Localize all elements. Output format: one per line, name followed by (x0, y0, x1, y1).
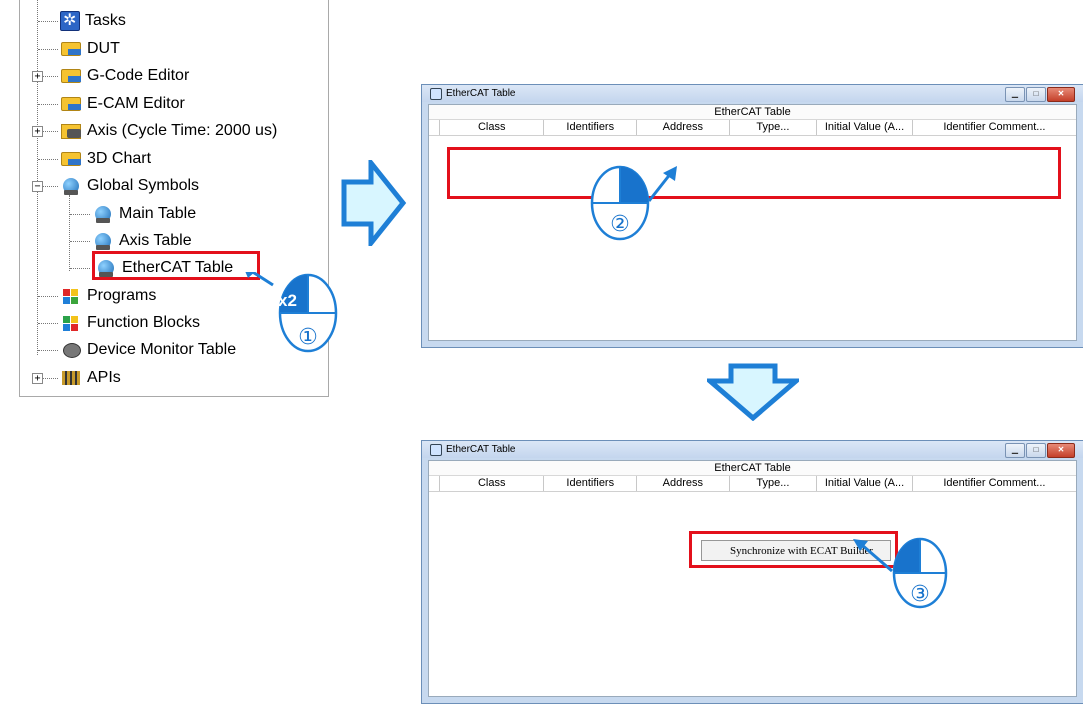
window-controls: ▁ □ ✕ (1004, 443, 1075, 458)
tree-item-label: Device Monitor Table (87, 341, 237, 358)
chart-folder-icon (60, 149, 82, 169)
column-header-identifier-comment[interactable]: Identifier Comment... (913, 476, 1076, 491)
window-title: EtherCAT Table (446, 88, 516, 99)
window-titlebar[interactable]: EtherCAT Table (422, 85, 1083, 102)
window-app-icon (430, 443, 442, 456)
row-marker-column (429, 476, 440, 491)
flow-arrow-down-icon (707, 363, 799, 421)
close-button[interactable]: ✕ (1047, 443, 1075, 458)
tree-item-label: Global Symbols (87, 177, 200, 194)
minimize-button[interactable]: ▁ (1005, 87, 1025, 102)
table-area[interactable]: EtherCAT Table Class Identifiers Address… (428, 460, 1077, 697)
window-controls: ▁ □ ✕ (1004, 87, 1075, 102)
ethercat-table-window[interactable]: EtherCAT Table ▁ □ ✕ EtherCAT Table Clas… (421, 440, 1083, 704)
table-title: EtherCAT Table (429, 461, 1076, 476)
tree-item-label: Axis Table (119, 232, 192, 249)
tree-item-main-table[interactable]: Main Table (92, 202, 196, 226)
tree-item-3d-chart[interactable]: 3D Chart (60, 147, 151, 171)
tree-item-label: G-Code Editor (87, 67, 190, 84)
double-click-badge: x2 (278, 291, 297, 310)
tree-item-tasks[interactable]: Tasks (60, 9, 126, 33)
column-header-row: Class Identifiers Address Type... Initia… (429, 476, 1076, 492)
column-header-row: Class Identifiers Address Type... Initia… (429, 120, 1076, 136)
device-monitor-icon (60, 340, 82, 360)
tree-item-function-blocks[interactable]: Function Blocks (60, 311, 200, 335)
expand-toggle[interactable]: + (32, 373, 43, 384)
axis-folder-icon (60, 121, 82, 141)
tree-item-programs[interactable]: Programs (60, 284, 156, 308)
global-symbols-icon (60, 176, 82, 196)
tree-connector-line (37, 0, 38, 355)
apis-icon (60, 368, 82, 388)
ethercat-table-window[interactable]: EtherCAT Table ▁ □ ✕ EtherCAT Table Clas… (421, 84, 1083, 348)
table-globe-icon (92, 231, 114, 251)
window-title: EtherCAT Table (446, 444, 516, 455)
column-header-class[interactable]: Class (440, 120, 545, 135)
table-area[interactable]: EtherCAT Table Class Identifiers Address… (428, 104, 1077, 341)
tree-item-ecam-editor[interactable]: E-CAM Editor (60, 92, 185, 116)
tree-item-label: DUT (87, 40, 120, 57)
minimize-button[interactable]: ▁ (1005, 443, 1025, 458)
window-titlebar[interactable]: EtherCAT Table (422, 441, 1083, 458)
maximize-button[interactable]: □ (1026, 87, 1046, 102)
tree-item-dut[interactable]: DUT (60, 37, 120, 61)
collapse-toggle[interactable]: − (32, 181, 43, 192)
tree-item-axis-table[interactable]: Axis Table (92, 229, 192, 253)
tree-item-device-monitor-table[interactable]: Device Monitor Table (60, 338, 236, 362)
tree-item-label: Function Blocks (87, 314, 200, 331)
row-marker-column (429, 120, 440, 135)
tree-item-gcode-editor[interactable]: G-Code Editor (60, 64, 189, 88)
step-1-label: ① (298, 325, 318, 350)
mouse-right-click-icon: ② (590, 165, 677, 241)
function-blocks-icon (60, 313, 82, 333)
tree-item-label: APIs (87, 369, 121, 386)
expand-toggle[interactable]: + (32, 126, 43, 137)
ethercat-table-highlight (92, 251, 260, 280)
tree-connector-line (69, 195, 70, 271)
mouse-left-click-icon: ③ (853, 537, 948, 609)
flow-arrow-right-icon (341, 160, 407, 246)
column-header-identifiers[interactable]: Identifiers (544, 120, 638, 135)
tree-item-label: E-CAM Editor (87, 95, 185, 112)
gcode-folder-icon (60, 66, 82, 86)
column-header-initial-value[interactable]: Initial Value (A... (817, 120, 913, 135)
tree-item-label: Main Table (119, 205, 197, 222)
column-header-type[interactable]: Type... (730, 120, 818, 135)
tree-item-label: Programs (87, 287, 157, 304)
ecam-folder-icon (60, 94, 82, 114)
gear-icon (60, 10, 80, 31)
tree-item-apis[interactable]: APIs (60, 366, 121, 390)
column-header-class[interactable]: Class (440, 476, 545, 491)
empty-table-area-highlight (447, 147, 1061, 199)
column-header-initial-value[interactable]: Initial Value (A... (817, 476, 913, 491)
tree-item-label: Axis (Cycle Time: 2000 us) (87, 122, 278, 139)
table-title: EtherCAT Table (429, 105, 1076, 120)
step-2-label: ② (610, 212, 630, 237)
close-button[interactable]: ✕ (1047, 87, 1075, 102)
window-app-icon (430, 87, 442, 100)
tree-item-label: 3D Chart (87, 150, 152, 167)
column-header-address[interactable]: Address (637, 120, 730, 135)
programs-icon (60, 286, 82, 306)
table-globe-icon (92, 204, 114, 224)
column-header-identifier-comment[interactable]: Identifier Comment... (913, 120, 1076, 135)
column-header-type[interactable]: Type... (730, 476, 818, 491)
dut-folder-icon (60, 39, 82, 59)
expand-toggle[interactable]: + (32, 71, 43, 82)
tree-item-label: Tasks (85, 12, 126, 29)
mouse-double-click-icon: x2 ① (245, 272, 338, 353)
column-header-address[interactable]: Address (637, 476, 730, 491)
column-header-identifiers[interactable]: Identifiers (544, 476, 638, 491)
tree-item-axis[interactable]: Axis (Cycle Time: 2000 us) (60, 119, 277, 143)
step-3-label: ③ (910, 582, 930, 607)
tree-item-global-symbols[interactable]: Global Symbols (60, 174, 199, 198)
maximize-button[interactable]: □ (1026, 443, 1046, 458)
